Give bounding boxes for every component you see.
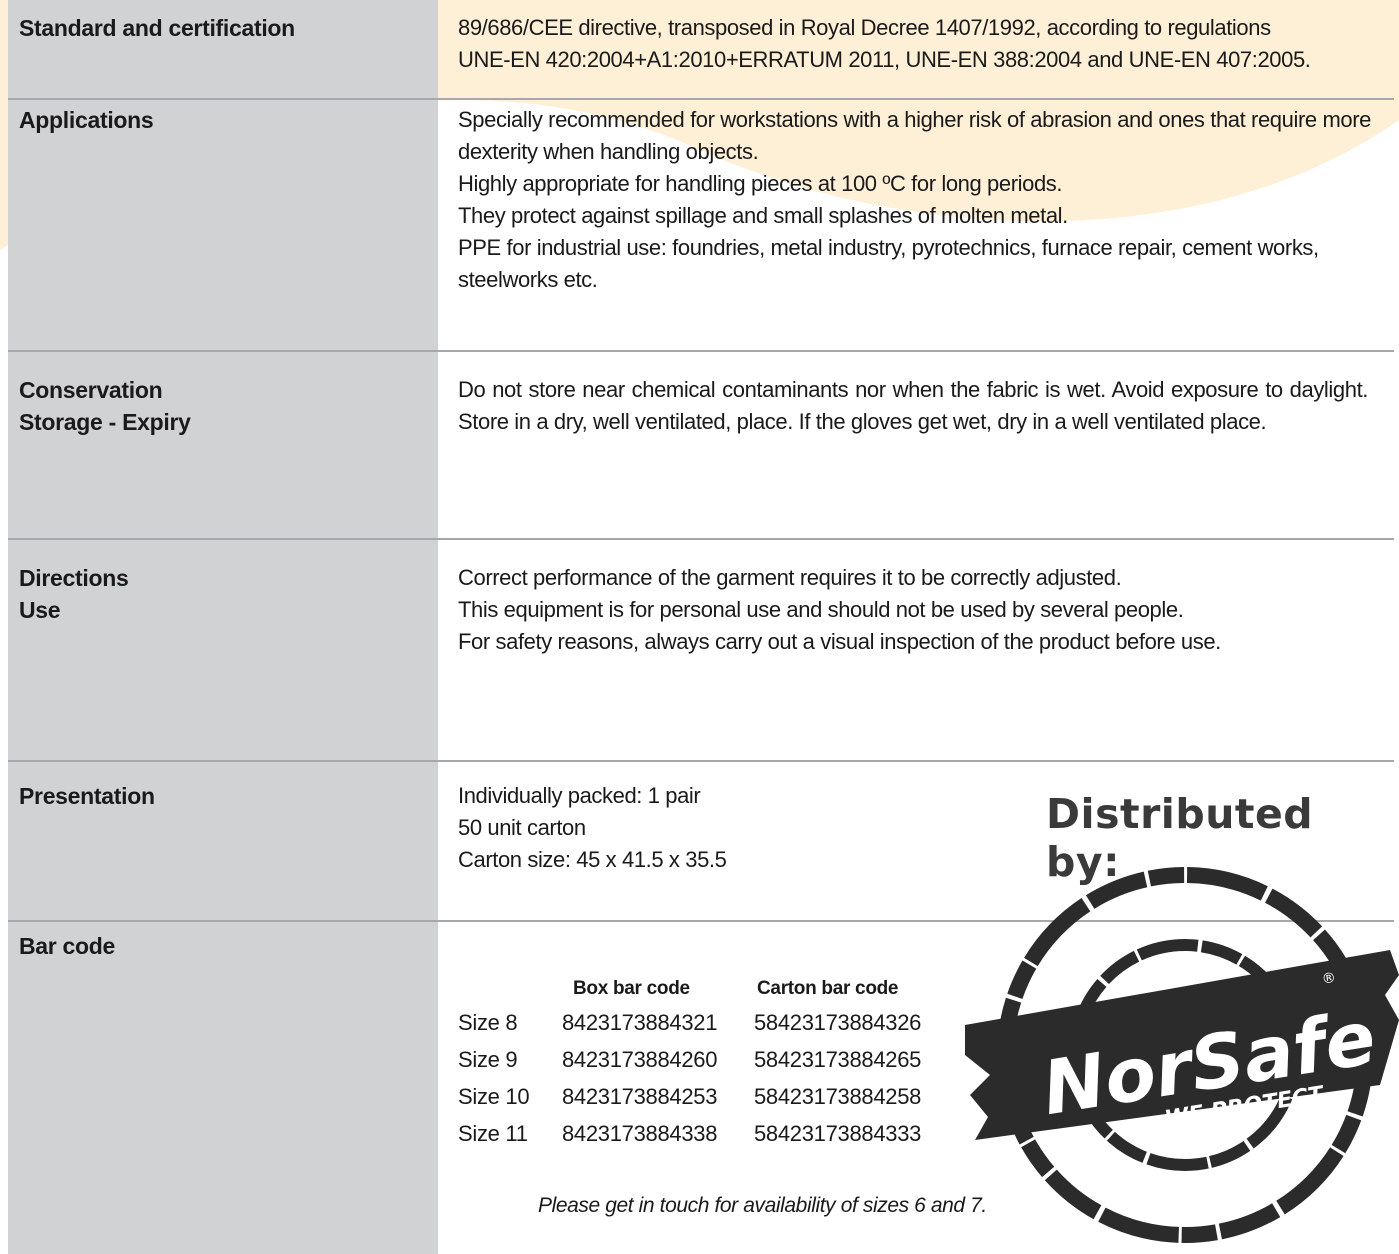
barcode-table: Box bar code Carton bar code Size 8 8423…	[458, 974, 947, 1152]
table-row: Size 8 8423173884321 58423173884326	[458, 1004, 947, 1041]
barcode-carton-code: 58423173884265	[754, 1047, 922, 1072]
table-row: Size 10 8423173884253 58423173884258	[458, 1078, 947, 1115]
row-value-directions: Correct performance of the garment requi…	[458, 562, 1373, 658]
row-applications: Applications Specially recommended for w…	[8, 100, 1394, 350]
barcode-box-code: 8423173884321	[562, 1010, 718, 1035]
directions-line: Correct performance of the garment requi…	[458, 565, 1122, 590]
row-label-applications: Applications	[19, 107, 154, 133]
conservation-label-line: Storage - Expiry	[19, 409, 191, 435]
barcode-size: Size 9	[458, 1047, 518, 1072]
applications-line: They protect against spillage and small …	[458, 203, 1068, 228]
row-standard: Standard and certification 89/686/CEE di…	[8, 0, 1394, 98]
directions-label-line: Directions	[19, 565, 129, 591]
applications-line: Highly appropriate for handling pieces a…	[458, 171, 1063, 196]
directions-line: This equipment is for personal use and s…	[458, 597, 1184, 622]
barcode-carton-code: 58423173884258	[754, 1084, 922, 1109]
presentation-line: Carton size: 45 x 41.5 x 35.5	[458, 847, 727, 872]
barcode-availability-note: Please get in touch for availability of …	[538, 1194, 987, 1217]
directions-label-line: Use	[19, 597, 61, 623]
barcode-box-code: 8423173884260	[562, 1047, 718, 1072]
row-value-applications: Specially recommended for workstations w…	[458, 104, 1373, 296]
barcode-header-size	[458, 974, 562, 1004]
row-directions: Directions Use Correct performance of th…	[8, 540, 1394, 760]
barcode-header-carton: Carton bar code	[757, 978, 899, 999]
row-divider	[8, 98, 1394, 100]
row-label-directions: Directions Use	[19, 562, 429, 626]
barcode-size: Size 8	[458, 1010, 518, 1035]
directions-line: For safety reasons, always carry out a v…	[458, 629, 1221, 654]
row-label-presentation: Presentation	[19, 783, 155, 809]
row-divider	[8, 538, 1394, 540]
presentation-line: 50 unit carton	[458, 815, 586, 840]
row-label-standard: Standard and certification	[19, 15, 295, 41]
row-value-standard: 89/686/CEE directive, transposed in Roya…	[458, 12, 1373, 76]
applications-line: Specially recommended for workstations w…	[458, 107, 1371, 164]
row-label-conservation: Conservation Storage - Expiry	[19, 374, 429, 438]
table-row: Size 9 8423173884260 58423173884265	[458, 1041, 947, 1078]
table-row: Size 11 8423173884338 58423173884333	[458, 1115, 947, 1152]
row-divider	[8, 760, 1394, 762]
barcode-size: Size 11	[458, 1121, 528, 1146]
standard-line: UNE-EN 420:2004+A1:2010+ERRATUM 2011, UN…	[458, 47, 1311, 72]
applications-line: PPE for industrial use: foundries, metal…	[458, 235, 1319, 292]
row-conservation: Conservation Storage - Expiry Do not sto…	[8, 352, 1394, 538]
barcode-box-code: 8423173884253	[562, 1084, 718, 1109]
row-value-conservation: Do not store near chemical contaminants …	[458, 377, 1368, 434]
barcode-table-header: Box bar code Carton bar code	[458, 974, 947, 1004]
barcode-box-code: 8423173884338	[562, 1121, 718, 1146]
row-value-presentation: Individually packed: 1 pair 50 unit cart…	[458, 780, 958, 876]
barcode-size: Size 10	[458, 1084, 530, 1109]
barcode-header-box: Box bar code	[573, 978, 690, 999]
barcode-carton-code: 58423173884333	[754, 1121, 922, 1146]
norsafe-logo-stamp: NorSafe WE PROTECT ®	[965, 867, 1399, 1243]
standard-line: 89/686/CEE directive, transposed in Roya…	[458, 15, 1271, 40]
conservation-label-line: Conservation	[19, 377, 163, 403]
row-divider	[8, 350, 1394, 352]
presentation-line: Individually packed: 1 pair	[458, 783, 701, 808]
registered-mark: ®	[1321, 970, 1337, 988]
barcode-carton-code: 58423173884326	[754, 1010, 922, 1035]
row-label-barcode: Bar code	[19, 933, 116, 959]
